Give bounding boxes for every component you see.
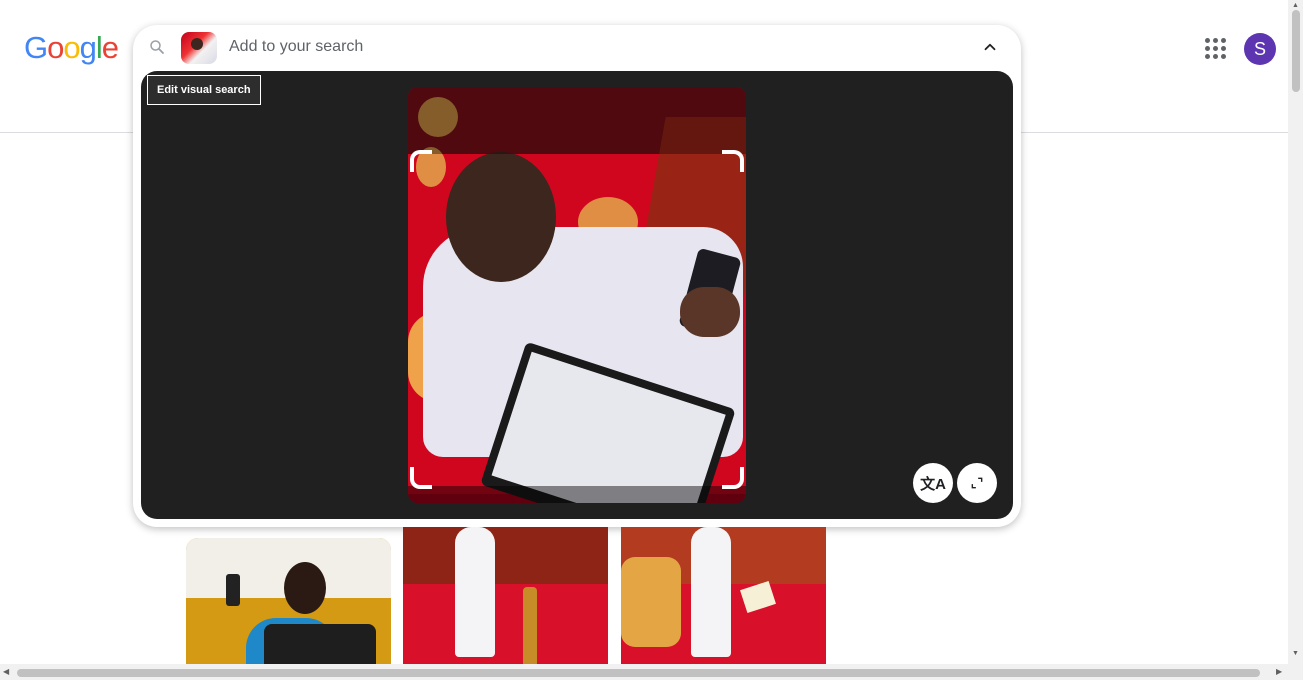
logo-letter: G — [24, 30, 48, 65]
preview-image[interactable] — [408, 87, 746, 503]
result-image-3[interactable] — [621, 527, 826, 664]
search-input[interactable]: Add to your search — [229, 38, 363, 56]
translate-button[interactable]: 文A — [913, 463, 953, 503]
scroll-right-icon[interactable]: ▶ — [1276, 667, 1282, 676]
search-icon[interactable] — [148, 38, 166, 56]
scroll-left-icon[interactable]: ◀ — [3, 667, 9, 676]
query-image-thumbnail[interactable] — [181, 32, 217, 64]
account-avatar[interactable]: S — [1244, 33, 1276, 65]
google-logo[interactable]: Google — [24, 30, 119, 66]
translate-icon: 文A — [920, 475, 946, 493]
result-image-1[interactable] — [186, 538, 391, 664]
crop-handle-top-left[interactable] — [410, 150, 432, 172]
chevron-up-icon[interactable] — [981, 38, 999, 56]
horizontal-scroll-thumb[interactable] — [17, 669, 1260, 677]
logo-letter: o — [47, 30, 64, 65]
vertical-scroll-thumb[interactable] — [1292, 10, 1300, 92]
crop-handle-bottom-right[interactable] — [722, 467, 744, 489]
crop-handle-top-right[interactable] — [722, 150, 744, 172]
logo-letter: e — [101, 30, 119, 65]
scroll-up-icon[interactable]: ▲ — [1292, 2, 1299, 9]
logo-letter: g — [79, 30, 97, 65]
edit-visual-search-tooltip: Edit visual search — [147, 75, 261, 105]
scroll-down-icon[interactable]: ▼ — [1292, 650, 1299, 657]
result-image-2[interactable] — [403, 527, 608, 664]
logo-letter: o — [63, 30, 80, 65]
expand-icon — [971, 477, 983, 489]
crop-handle-bottom-left[interactable] — [410, 467, 432, 489]
apps-grid-icon[interactable] — [1205, 38, 1227, 60]
expand-button[interactable] — [957, 463, 997, 503]
vertical-scrollbar[interactable]: ▲ ▼ — [1288, 0, 1303, 680]
horizontal-scrollbar[interactable]: ◀ ▶ — [0, 664, 1288, 680]
